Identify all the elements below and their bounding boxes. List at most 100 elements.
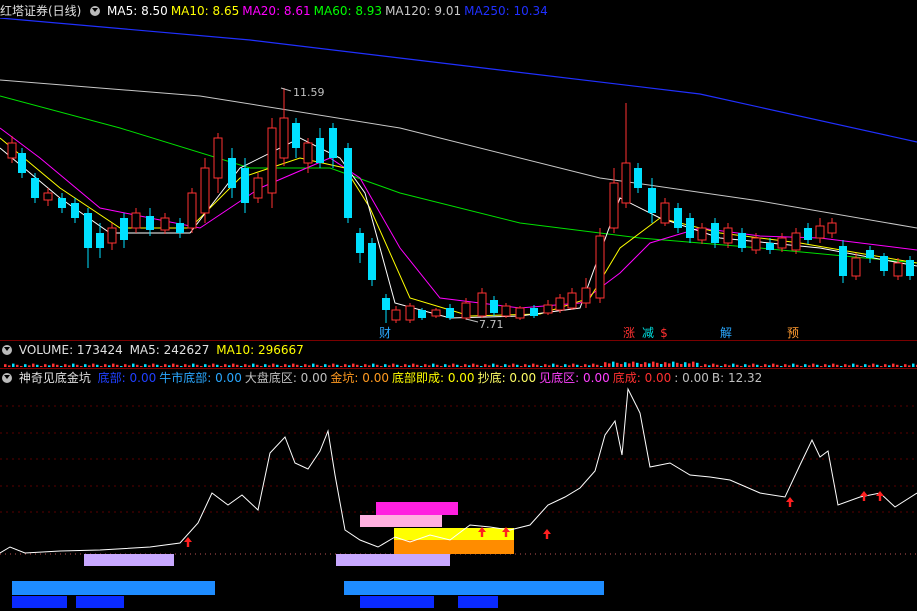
volume-bar xyxy=(332,363,335,367)
volume-bar xyxy=(20,366,23,367)
volume-bar xyxy=(48,365,51,367)
volume-bar xyxy=(620,364,623,367)
event-marker[interactable]: 解 xyxy=(718,326,734,340)
signal-block xyxy=(12,596,67,608)
volume-bar xyxy=(880,366,883,367)
candle-body xyxy=(893,262,903,277)
volume-bar xyxy=(228,365,231,367)
volume-bar xyxy=(596,364,599,367)
volume-bar xyxy=(888,365,891,367)
volume-bar xyxy=(68,365,71,367)
candle-body xyxy=(58,198,66,208)
volume-bar xyxy=(588,365,591,367)
volume-bar xyxy=(160,366,163,367)
volume-bar xyxy=(580,366,583,367)
volume-bar xyxy=(140,366,143,367)
indicator-legend-item: 金坑: 0.00 xyxy=(330,371,389,385)
candle-body xyxy=(316,138,324,163)
volume-bar xyxy=(24,364,27,367)
event-marker[interactable]: 减 xyxy=(640,326,656,340)
volume-bar xyxy=(856,364,859,367)
candle-body xyxy=(160,217,170,231)
dropdown-icon[interactable] xyxy=(2,345,12,355)
volume-bar xyxy=(412,363,415,367)
indicator-legend-item: 底成: 0.00 xyxy=(612,371,672,385)
volume-bar xyxy=(144,364,147,367)
candle-body xyxy=(292,123,300,148)
volume-bar xyxy=(648,363,651,367)
event-marker[interactable]: 财 xyxy=(377,326,393,340)
indicator-legend: 底部: 0.00 牛市底部: 0.00 大盘底区: 0.00 金坑: 0.00 底部即成… xyxy=(98,371,766,385)
volume-bar xyxy=(340,366,343,367)
volume-bar xyxy=(464,364,467,367)
volume-bar xyxy=(320,366,323,367)
volume-bar xyxy=(220,366,223,367)
volume-bar xyxy=(832,363,835,367)
volume-bar xyxy=(908,365,911,367)
volume-bar xyxy=(636,362,639,367)
candle-body xyxy=(827,222,837,234)
volume-bar xyxy=(876,364,879,367)
candle-body xyxy=(107,227,117,244)
candle-body xyxy=(686,218,694,238)
volume-bar xyxy=(792,363,795,367)
volume-bar xyxy=(384,364,387,367)
volume-bar xyxy=(224,364,227,367)
candle-body xyxy=(543,304,553,314)
volume-bar xyxy=(444,364,447,367)
candle-body xyxy=(711,223,719,243)
volume-bar xyxy=(592,363,595,367)
volume-bar xyxy=(728,365,731,367)
volume-bar xyxy=(696,362,699,367)
volume-bar xyxy=(448,365,451,367)
dropdown-icon[interactable] xyxy=(90,6,101,16)
candle-body xyxy=(405,305,415,321)
volume-bar xyxy=(808,365,811,367)
volume-bar xyxy=(172,363,175,367)
candle-body xyxy=(595,235,605,299)
indicator-panel[interactable]: 神奇见底金坑 底部: 0.00 牛市底部: 0.00 大盘底区: 0.00 金坑: 0… xyxy=(0,369,917,611)
indicator-legend-item: B: 12.32 xyxy=(711,371,763,385)
volume-bar xyxy=(80,366,83,367)
volume-ma10: MA10: 296667 xyxy=(216,343,304,357)
volume-bar xyxy=(868,365,871,367)
volume-bar xyxy=(432,363,435,367)
volume-bar xyxy=(736,364,739,367)
volume-bar xyxy=(616,362,619,367)
volume-bar xyxy=(632,361,635,367)
volume-bar xyxy=(640,364,643,367)
dropdown-icon[interactable] xyxy=(2,373,12,383)
volume-bar xyxy=(760,366,763,367)
volume-bar xyxy=(804,364,807,367)
candle-body xyxy=(490,300,498,313)
volume-bar xyxy=(328,365,331,367)
indicator-chart[interactable] xyxy=(0,385,917,611)
volume-bar xyxy=(512,363,515,367)
volume-bar xyxy=(316,364,319,367)
volume-bar xyxy=(380,366,383,367)
kline-chart[interactable]: 11.59 7.71 xyxy=(0,18,917,340)
volume-bar xyxy=(336,364,339,367)
candle-body xyxy=(674,208,682,228)
volume-bar xyxy=(468,365,471,367)
buy-arrow-icon xyxy=(543,529,551,539)
candle-body xyxy=(84,213,92,248)
kline-panel[interactable]: 红塔证券(日线) MA5: 8.50 MA10: 8.65 MA20: 8.61 MA… xyxy=(0,0,917,340)
indicator-legend-item: 底部: 0.00 xyxy=(97,371,157,385)
volume-bar xyxy=(712,363,715,367)
volume-chart[interactable] xyxy=(0,358,917,368)
candle-body xyxy=(738,233,746,248)
candle-body xyxy=(187,192,197,229)
volume-panel[interactable]: VOLUME: 173424 MA5: 242627 MA10: 296667 xyxy=(0,341,917,368)
volume-bar xyxy=(872,363,875,367)
candle-body xyxy=(344,148,352,218)
buy-arrow-icon xyxy=(184,537,192,547)
event-marker[interactable]: 涨 xyxy=(621,326,637,340)
indicator-legend-item: 底部即成: 0.00 xyxy=(391,371,475,385)
event-marker[interactable]: $ xyxy=(656,326,672,340)
volume-bar xyxy=(752,363,755,367)
candle-body xyxy=(241,168,249,203)
event-marker[interactable]: 预 xyxy=(785,326,801,340)
volume-bar xyxy=(456,364,459,367)
volume-bar xyxy=(852,363,855,367)
